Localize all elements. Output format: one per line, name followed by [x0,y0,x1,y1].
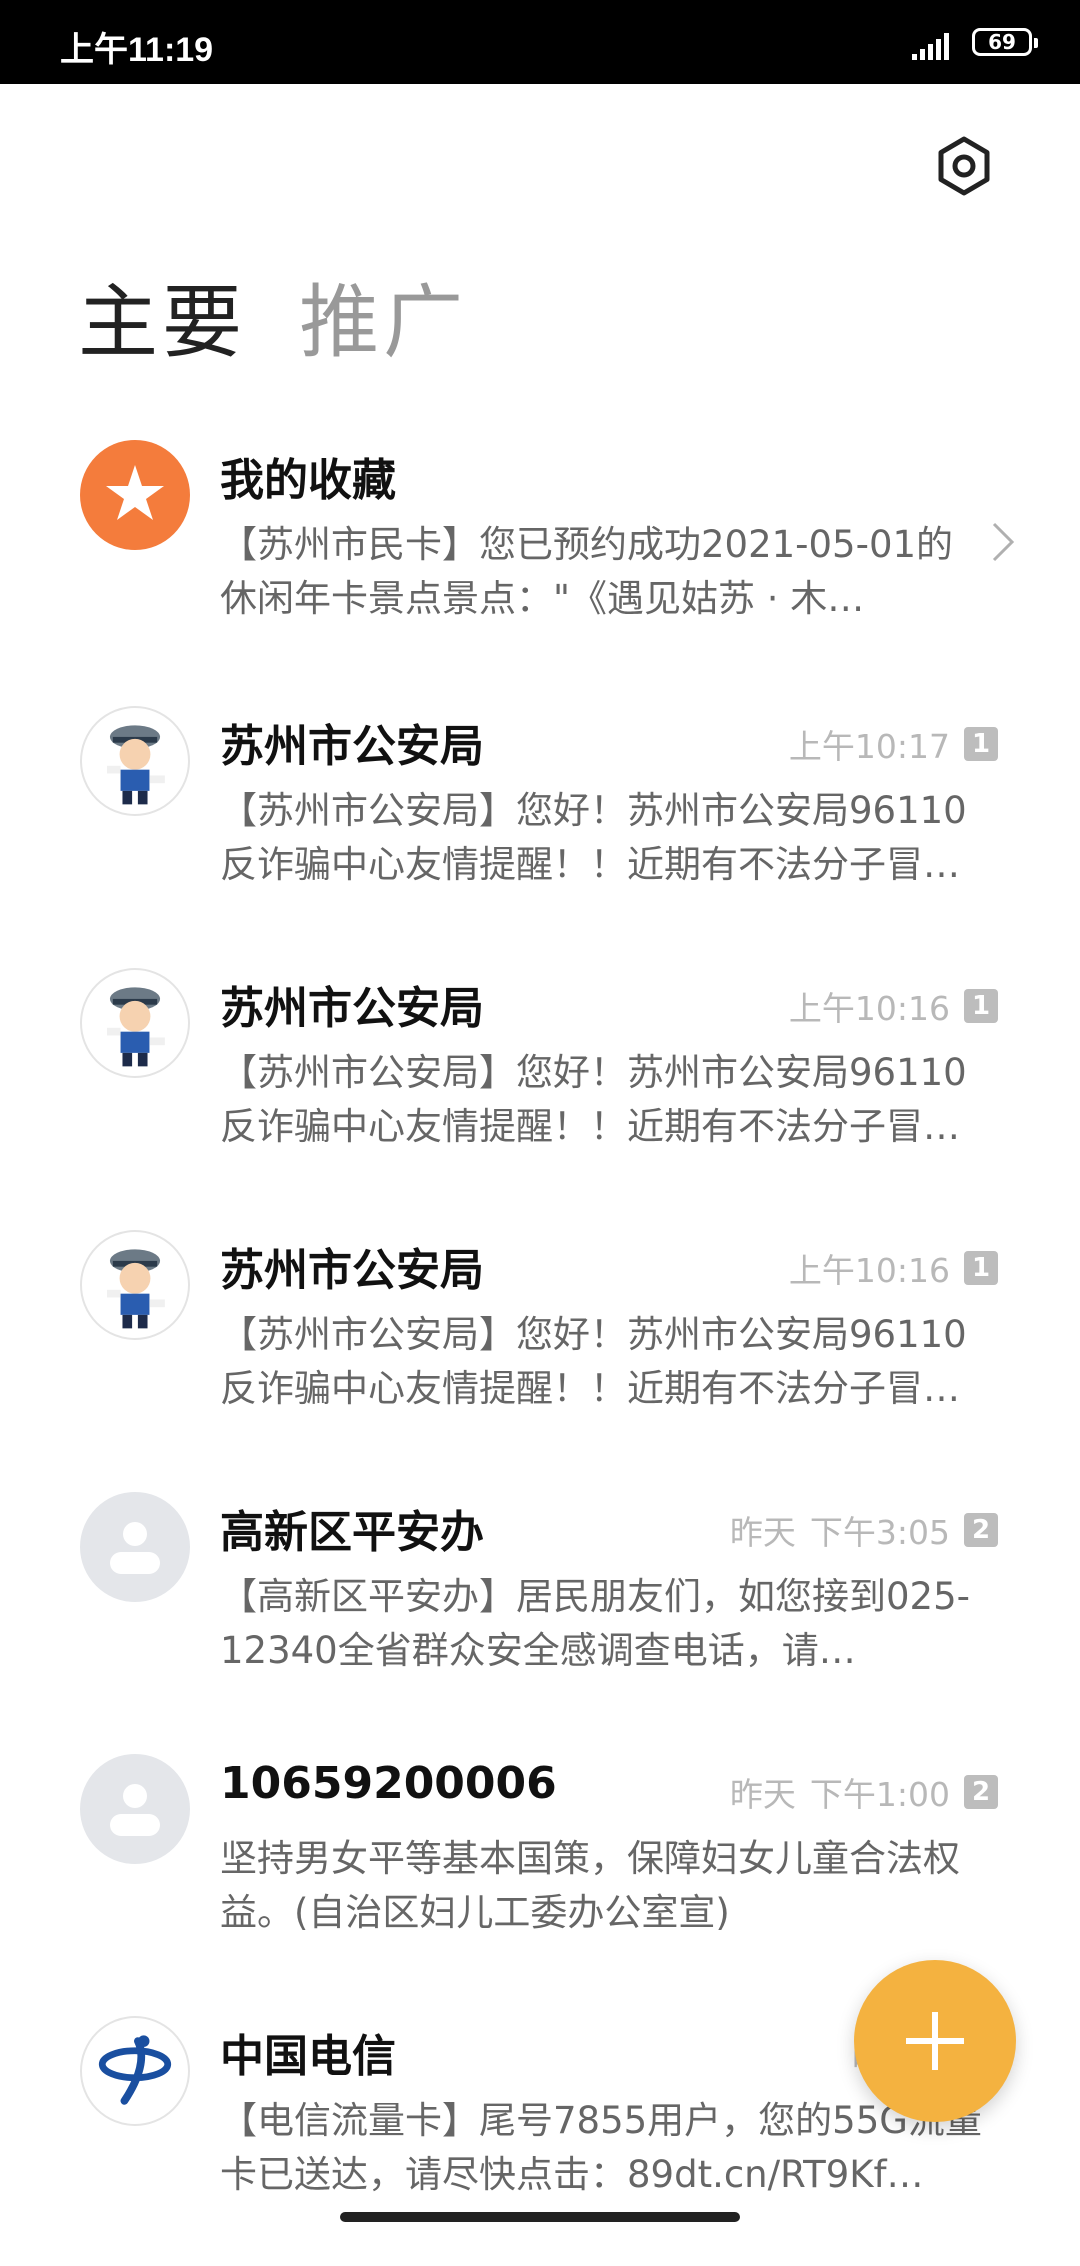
conversation-name: 苏州市公安局 [220,983,484,1034]
contact-avatar [80,1754,190,1864]
conversation-snippet: 坚持男女平等基本国策，保障妇女儿童合法权益。(自治区妇儿工委办公室宣) [220,1837,960,1934]
unread-count-badge: 1 [964,727,998,761]
unread-count-badge: 1 [964,1251,998,1285]
conversation-snippet: 【苏州市公安局】您好！苏州市公安局96110反诈骗中心友情提醒！！近期有不法分子… [220,789,967,886]
conversation-time: 上午10:16 [788,1251,950,1290]
conversation-time: 下午3:05 [809,1513,950,1552]
contact-avatar [80,1492,190,1602]
china-telecom-logo [98,2035,172,2105]
plus-icon [906,2012,964,2070]
conversation-item[interactable]: 高新区平安办 昨天 下午3:05 2 【高新区平安办】居民朋友们，如您接到025… [0,1492,1080,1742]
status-time: 上午11:19 [60,31,214,69]
conversation-item-favorites[interactable]: 我的收藏 【苏州市民卡】您已预约成功2021-05-01的休闲年卡景点景点："《… [0,440,1080,690]
conversation-snippet: 【苏州市公安局】您好！苏州市公安局96110反诈骗中心友情提醒！！近期有不法分子… [220,1313,967,1410]
tab-primary[interactable]: 主要 [78,258,246,374]
conversation-meta: 昨天 下午1:00 2 [730,1768,998,1816]
person-icon [110,1522,160,1574]
battery-level: 69 [988,30,1016,54]
conversation-name: 我的收藏 [220,455,396,506]
chevron-right-icon[interactable] [990,520,1016,564]
conversation-item[interactable]: 苏州市公安局 上午10:16 1 【苏州市公安局】您好！苏州市公安局96110反… [0,968,1080,1218]
police-avatar [80,1230,190,1340]
conversation-snippet: 【苏州市民卡】您已预约成功2021-05-01的休闲年卡景点景点："《遇见姑苏 … [220,523,954,620]
unread-count-badge: 2 [964,1775,998,1809]
police-avatar [80,706,190,816]
home-indicator[interactable] [340,2212,740,2222]
conversation-snippet: 【高新区平安办】居民朋友们，如您接到025-12340全省群众安全感调查电话，请… [220,1575,970,1672]
conversation-day: 昨天 [729,1513,796,1552]
status-bar: 上午11:19 69 [0,0,1080,84]
new-message-button[interactable] [854,1960,1016,2122]
conversation-day: 昨天 [729,1775,796,1814]
tab-promotions[interactable]: 推广 [299,258,467,374]
person-icon [110,1784,160,1836]
star-icon [106,465,164,520]
conversation-item[interactable]: 苏州市公安局 上午10:16 1 【苏州市公安局】您好！苏州市公安局96110反… [0,1230,1080,1480]
settings-icon[interactable] [932,134,996,198]
favorites-avatar [80,440,190,550]
conversation-name: 苏州市公安局 [220,1245,484,1296]
conversation-name: 10659200006 [220,1758,557,1809]
police-cartoon-icon [107,987,165,1067]
conversation-time: 下午1:00 [809,1775,950,1814]
conversation-time: 上午10:16 [788,989,950,1028]
police-cartoon-icon [107,725,165,805]
police-cartoon-icon [107,1249,165,1329]
police-avatar [80,968,190,1078]
battery-icon: 69 [972,28,1038,56]
conversation-meta: 昨天 下午3:05 2 [730,1506,998,1554]
unread-count-badge: 2 [964,1513,998,1547]
telecom-avatar [80,2016,190,2126]
conversation-meta: 上午10:16 1 [789,982,998,1030]
conversation-name: 中国电信 [220,2031,396,2082]
conversation-meta: 上午10:17 1 [789,720,998,768]
conversation-snippet: 【苏州市公安局】您好！苏州市公安局96110反诈骗中心友情提醒！！近期有不法分子… [220,1051,967,1148]
conversation-name: 苏州市公安局 [220,721,484,772]
unread-count-badge: 1 [964,989,998,1023]
signal-icon [912,33,949,60]
conversation-item[interactable]: 苏州市公安局 上午10:17 1 【苏州市公安局】您好！苏州市公安局96110反… [0,706,1080,956]
conversation-meta: 上午10:16 1 [789,1244,998,1292]
conversation-time: 上午10:17 [788,727,950,766]
category-tabs: 主要 推广 [78,258,515,369]
conversation-name: 高新区平安办 [220,1507,484,1558]
